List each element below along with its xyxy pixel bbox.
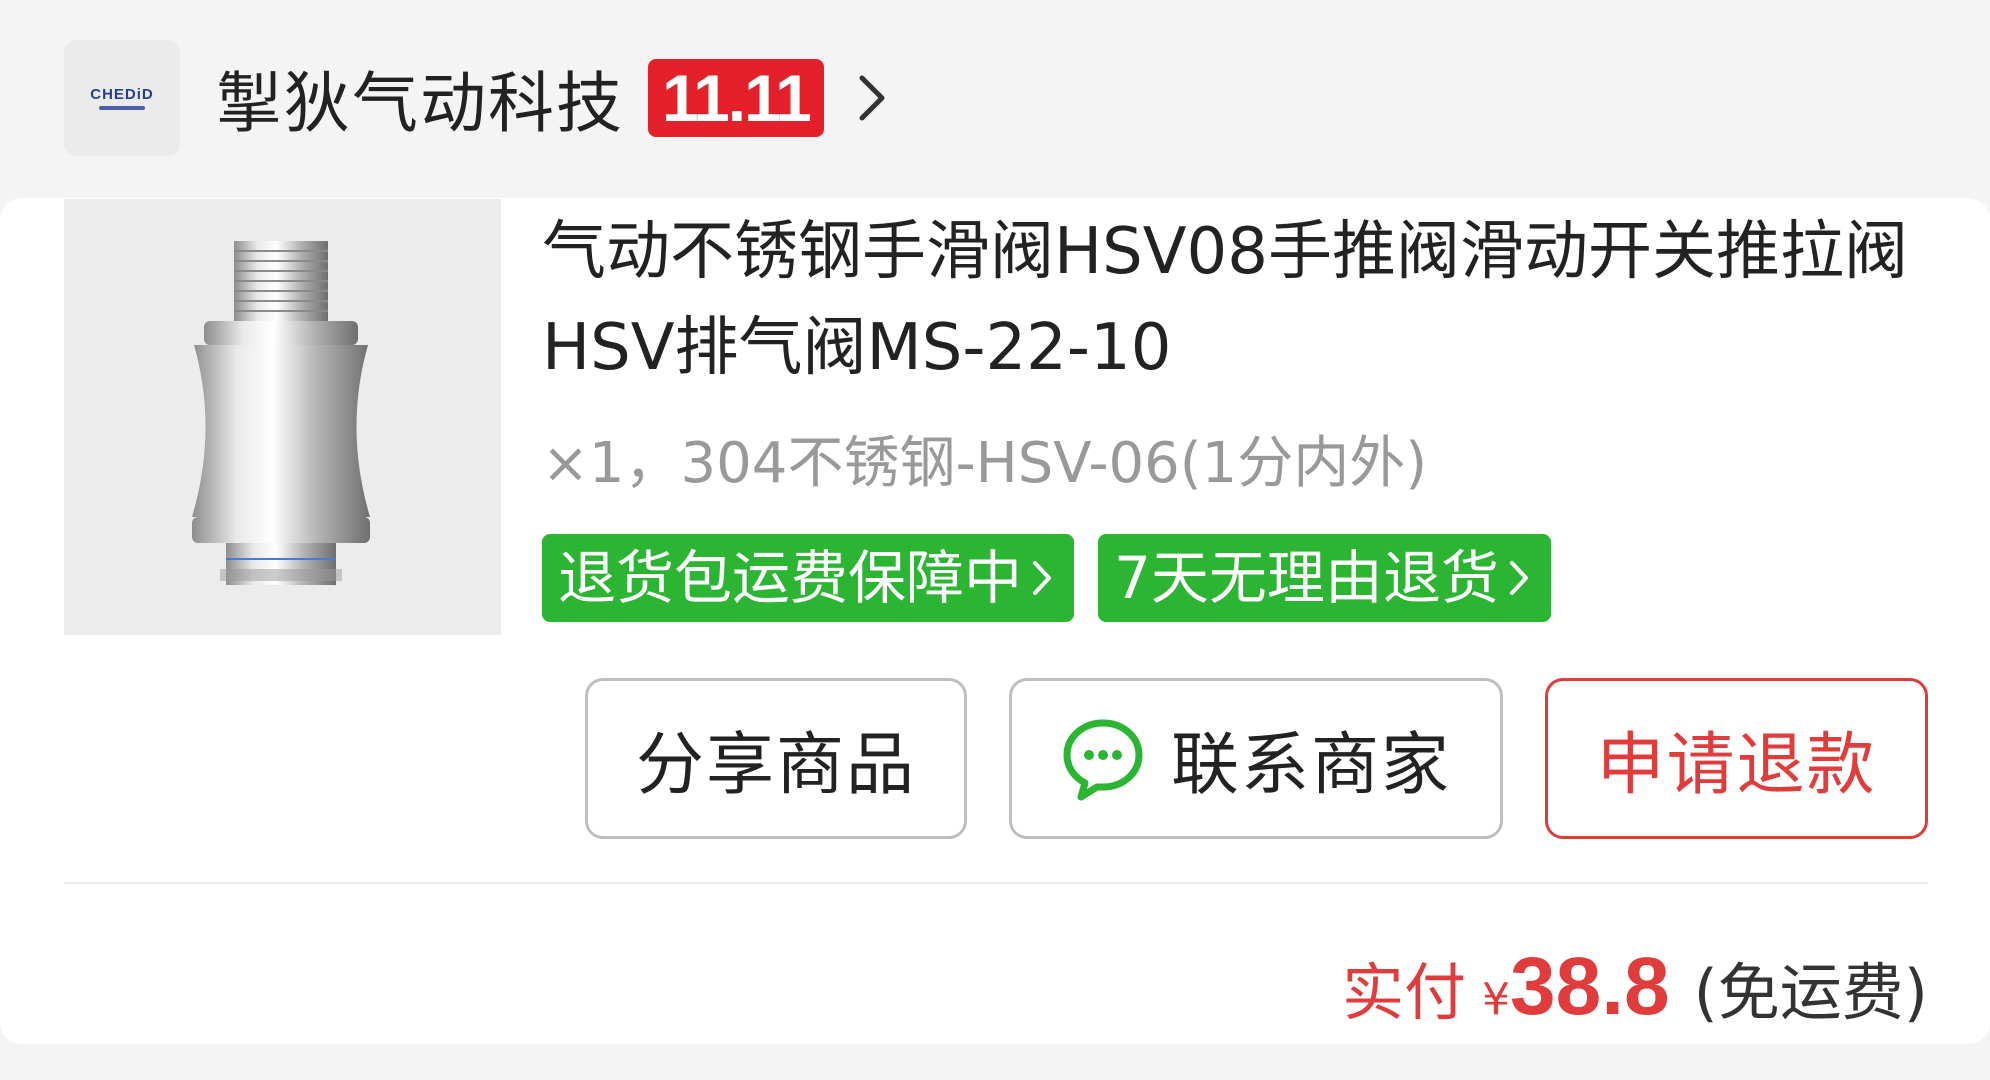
currency-symbol: ¥ xyxy=(1482,974,1510,1025)
chat-bubble-icon xyxy=(1063,719,1143,800)
refund-button-label: 申请退款 xyxy=(1596,726,1877,805)
shipping-note: (免运费) xyxy=(1693,956,1928,1029)
contact-seller-button[interactable]: 联系商家 xyxy=(1009,678,1503,839)
service-tags: 退货包运费保障中 7天无理由退货 xyxy=(542,534,1575,622)
tag-return-shipping[interactable]: 退货包运费保障中 xyxy=(542,534,1075,622)
valve-illustration xyxy=(192,241,370,585)
tag-label: 7天无理由退货 xyxy=(1114,544,1499,612)
apply-refund-button[interactable]: 申请退款 xyxy=(1545,678,1928,839)
shop-logo: CHEDiD xyxy=(64,40,180,156)
paid-label: 实付 xyxy=(1341,956,1466,1029)
contact-button-label: 联系商家 xyxy=(1170,726,1451,805)
share-product-button[interactable]: 分享商品 xyxy=(585,678,967,839)
shop-name[interactable]: 掣狄气动科技 xyxy=(216,50,624,146)
payment-total: 实付 ¥ 38.8 (免运费) xyxy=(1342,940,1928,1034)
product-image[interactable] xyxy=(64,199,501,635)
shop-header[interactable]: CHEDiD 掣狄气动科技 11.11 xyxy=(64,40,892,156)
share-button-label: 分享商品 xyxy=(635,726,916,805)
product-spec: ×1，304不锈钢-HSV-06(1分内外) xyxy=(542,431,1428,496)
shop-logo-subline xyxy=(99,106,145,110)
chevron-right-icon xyxy=(1509,561,1528,595)
order-page: CHEDiD 掣狄气动科技 11.11 气动不锈钢手滑阀HSV08手推阀滑动开关… xyxy=(0,0,1990,1080)
product-title[interactable]: 气动不锈钢手滑阀HSV08手推阀滑动开关推拉阀HSV排气阀MS-22-10 xyxy=(542,204,1942,396)
promo-badge: 11.11 xyxy=(648,59,824,137)
tag-7day-return[interactable]: 7天无理由退货 xyxy=(1098,534,1551,622)
paid-amount: 38.8 xyxy=(1510,941,1670,1032)
tag-label: 退货包运费保障中 xyxy=(558,544,1023,612)
divider xyxy=(64,882,1928,884)
chevron-right-icon xyxy=(1033,561,1052,595)
chevron-right-icon[interactable] xyxy=(852,70,892,126)
shop-logo-text: CHEDiD xyxy=(90,86,154,103)
